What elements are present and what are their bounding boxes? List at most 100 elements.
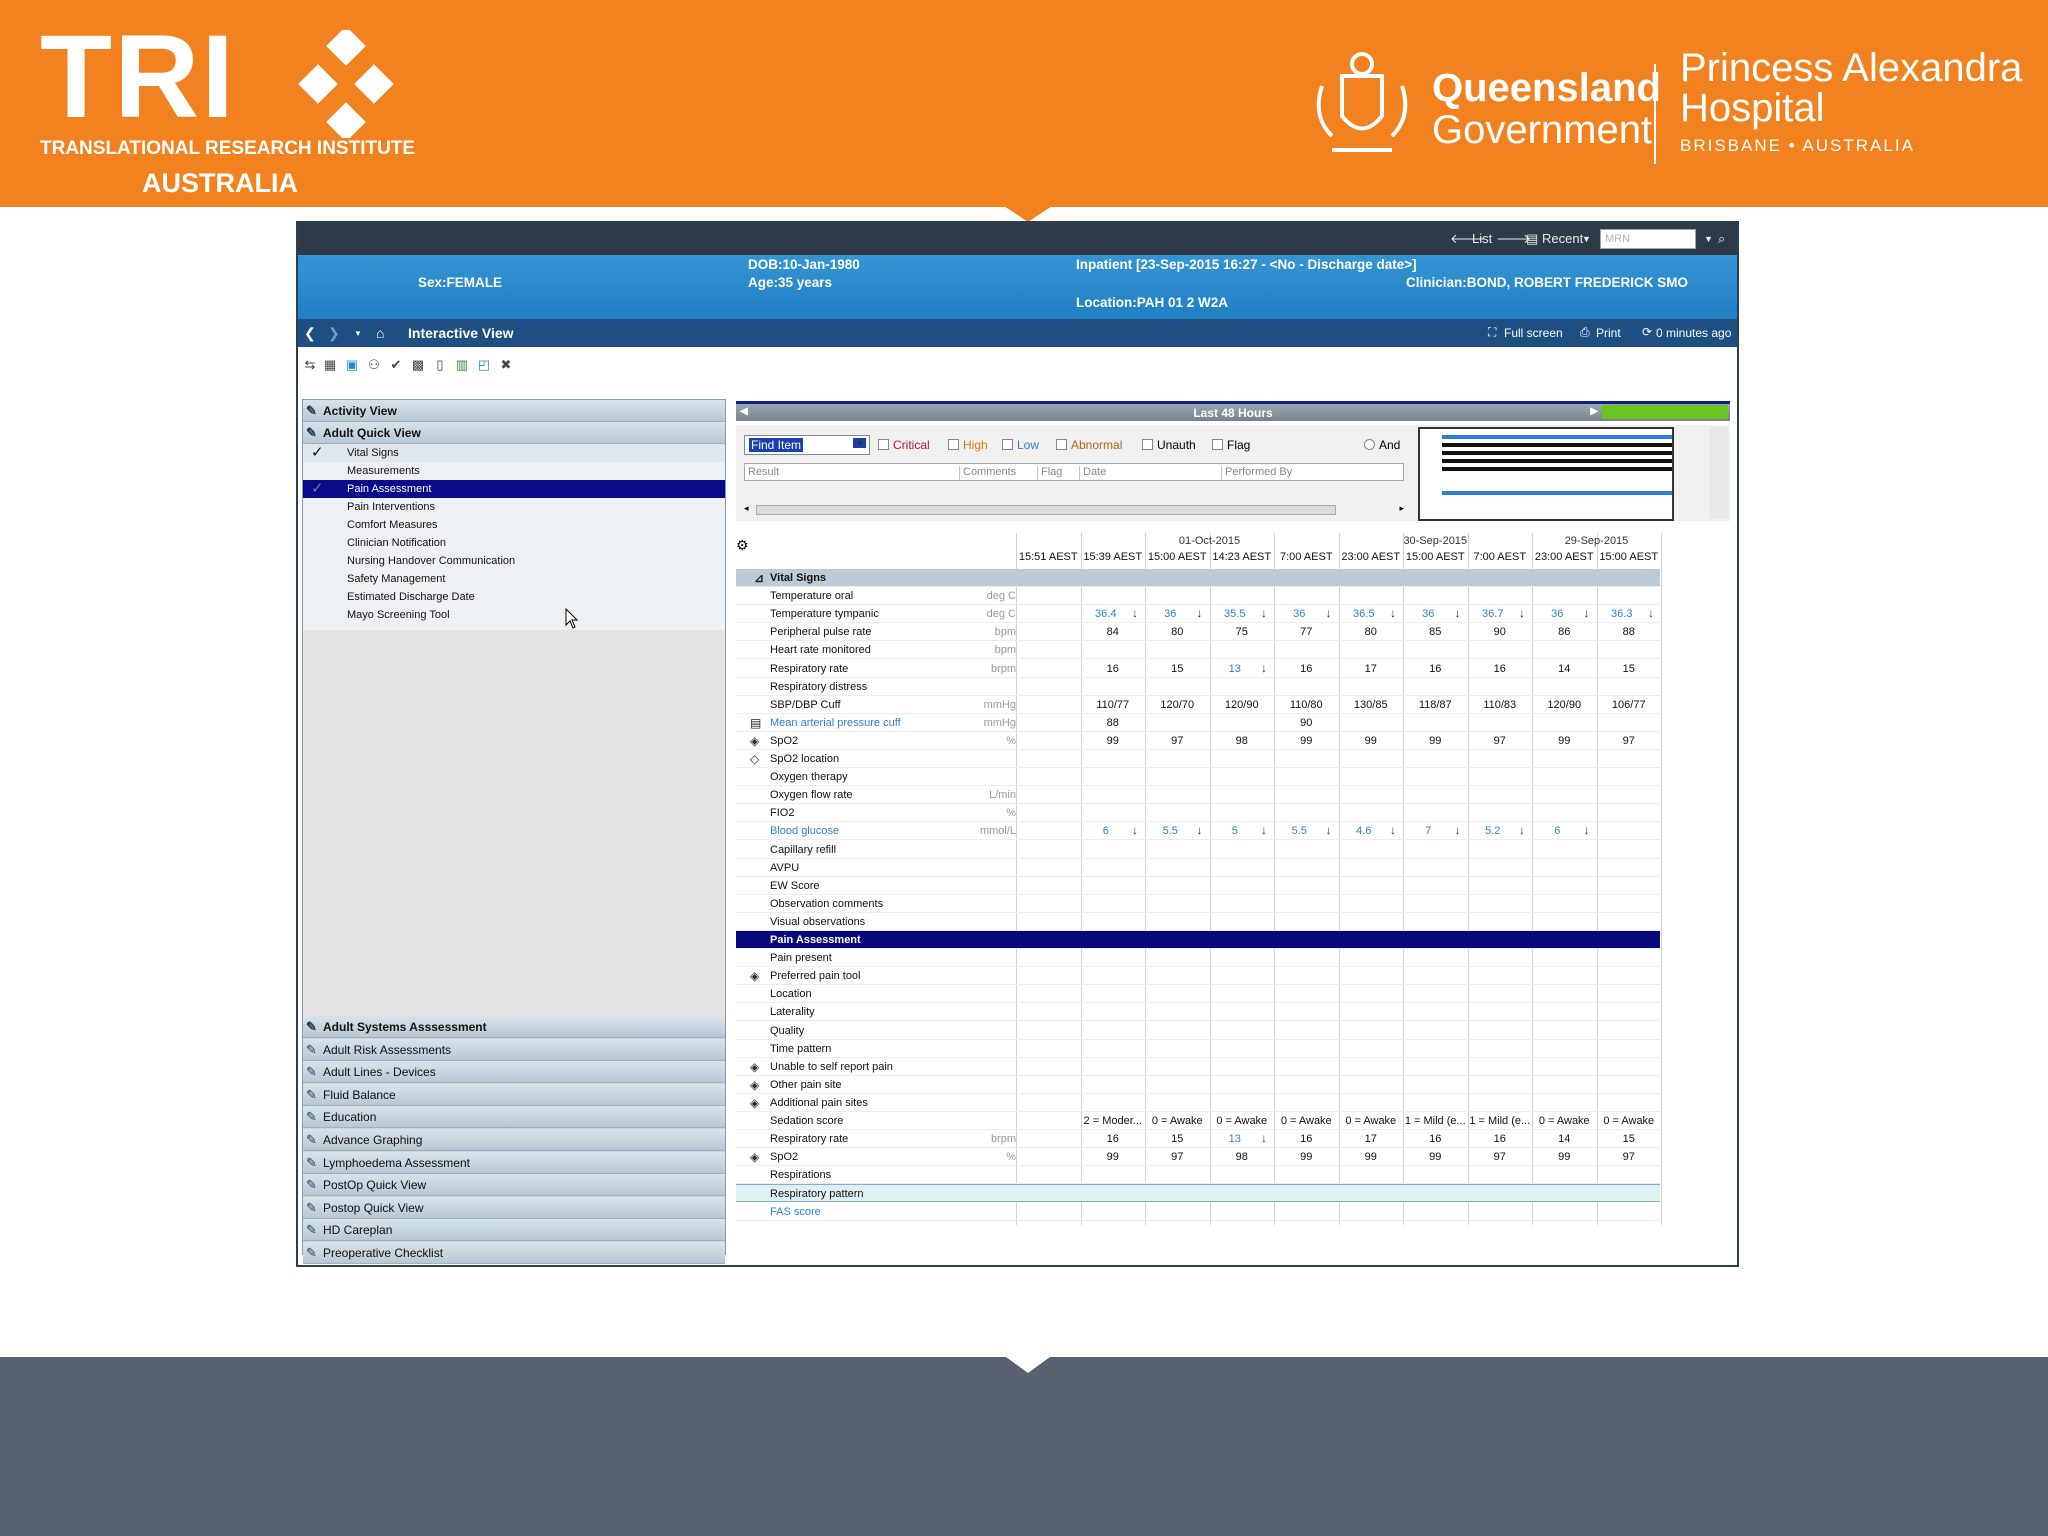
section-bottom-3[interactable]: ✎ Fluid Balance [303, 1083, 725, 1106]
nav-item-safety-management[interactable]: Safety Management [303, 570, 725, 588]
tool-sign-icon[interactable]: ✔ [388, 357, 404, 373]
flowsheet-row[interactable]: Observation comments [736, 895, 1660, 913]
scroll-right-icon[interactable]: ▸ [1399, 503, 1404, 514]
tool-link-icon[interactable]: ⇆ [302, 357, 318, 373]
row-value[interactable]: 0 = Awake [1274, 1115, 1339, 1127]
row-value[interactable]: 120/70 [1145, 699, 1210, 711]
grid-time-header[interactable]: 23:00 AEST [1532, 551, 1597, 563]
section-bottom-7[interactable]: ✎ PostOp Quick View [303, 1174, 725, 1197]
row-value[interactable]: 36.4 [1081, 608, 1132, 620]
row-value[interactable]: 15 [1145, 1133, 1210, 1145]
flowsheet-row[interactable]: ◇ SpO2 location [736, 750, 1660, 768]
grid-time-header[interactable]: 15:00 AEST [1597, 551, 1662, 563]
nav-item-mayo-screening[interactable]: Mayo Screening Tool [303, 606, 725, 624]
nav-item-vital-signs[interactable]: ✓ Vital Signs [303, 444, 725, 462]
section-bottom-0[interactable]: ✎ Adult Systems Asssessment [303, 1016, 725, 1038]
row-value[interactable]: 16 [1274, 663, 1339, 675]
grid-time-header[interactable]: 7:00 AEST [1274, 551, 1339, 563]
print-button[interactable]: Print [1596, 326, 1621, 340]
flowsheet-row[interactable]: Oxygen therapy [736, 768, 1660, 787]
row-value[interactable]: 36 [1532, 608, 1583, 620]
flowsheet-row[interactable]: ⊿ Vital Signs [736, 569, 1660, 587]
row-value[interactable]: 88 [1081, 717, 1146, 729]
refresh-icon[interactable]: ⟳ [1642, 325, 1652, 339]
filter-critical[interactable]: Critical [878, 438, 930, 452]
row-value[interactable]: 106/77 [1597, 699, 1662, 711]
row-value[interactable]: 1 = Mild (e... [1468, 1115, 1533, 1127]
filter-high[interactable]: High [948, 438, 988, 452]
section-bottom-5[interactable]: ✎ Advance Graphing [303, 1129, 725, 1151]
row-value[interactable]: 110/77 [1081, 699, 1146, 711]
tool-table-icon[interactable]: ▦ [322, 357, 338, 373]
flowsheet-row[interactable]: Laterality [736, 1003, 1660, 1022]
time-range-bar[interactable]: ◀ Last 48 Hours ▶ [736, 401, 1730, 421]
row-value[interactable]: 36.7 [1468, 608, 1519, 620]
row-value[interactable]: 2 = Moder... [1081, 1115, 1146, 1127]
row-value[interactable]: 98 [1210, 735, 1275, 747]
flowsheet-row[interactable]: ◈ SpO2% 99 97 98 99 99 99 97 99 97 [736, 732, 1660, 750]
tool-calc-icon[interactable]: ▩ [410, 357, 426, 373]
row-value[interactable]: 99 [1274, 1151, 1339, 1163]
row-value[interactable]: 97 [1597, 735, 1662, 747]
section-bottom-6[interactable]: ✎ Lymphoedema Assessment [303, 1151, 725, 1174]
fullscreen-button[interactable]: Full screen [1504, 326, 1563, 340]
row-value[interactable]: 16 [1081, 1133, 1146, 1145]
row-value[interactable]: 6 [1532, 825, 1583, 837]
tool-view-icon[interactable]: ▣ [344, 357, 360, 373]
section-activity-view[interactable]: ✎ Activity View [303, 400, 725, 422]
row-value[interactable]: 15 [1597, 663, 1662, 675]
filter-unauth[interactable]: Unauth [1142, 438, 1196, 452]
row-value[interactable]: 99 [1532, 1151, 1597, 1163]
flowsheet-row[interactable]: Respiratory rate brpm 16 15 13 ↓ 16 17 16 16 14 15 [736, 1130, 1660, 1149]
grid-time-header[interactable]: 15:00 AEST [1145, 551, 1210, 563]
nav-item-pain-interventions[interactable]: Pain Interventions [303, 498, 725, 516]
row-value[interactable]: 80 [1145, 626, 1210, 638]
flowsheet-row[interactable]: EW Score [736, 877, 1660, 895]
row-value[interactable]: 99 [1532, 735, 1597, 747]
row-value[interactable]: 35.5 [1210, 608, 1261, 620]
flowsheet-row[interactable]: ◈ Unable to self report pain [736, 1058, 1660, 1076]
grid-time-header[interactable]: 23:00 AEST [1339, 551, 1404, 563]
row-value[interactable]: 17 [1339, 1133, 1404, 1145]
row-value[interactable]: 118/87 [1403, 699, 1468, 711]
tool-doc-icon[interactable]: ▯ [432, 357, 448, 373]
row-value[interactable]: 16 [1081, 663, 1146, 675]
row-value[interactable]: 84 [1081, 626, 1146, 638]
row-value[interactable]: 97 [1597, 1151, 1662, 1163]
section-bottom-8[interactable]: ✎ Postop Quick View [303, 1196, 725, 1219]
vertical-scrollbar[interactable] [1710, 427, 1728, 519]
flowsheet-row[interactable]: Location [736, 985, 1660, 1004]
row-value[interactable]: 97 [1145, 735, 1210, 747]
row-value[interactable]: 16 [1468, 663, 1533, 675]
tool-people-icon[interactable]: ⚇ [366, 357, 382, 373]
flowsheet-row[interactable]: ◈ Preferred pain tool [736, 967, 1660, 986]
section-bottom-1[interactable]: ✎ Adult Risk Assessments [303, 1038, 725, 1061]
horizontal-scrollbar[interactable]: ◂ ▸ [744, 503, 1404, 517]
row-value[interactable]: 99 [1081, 735, 1146, 747]
filter-low[interactable]: Low [1002, 438, 1039, 452]
row-value[interactable]: 75 [1210, 626, 1275, 638]
flowsheet-row[interactable]: Quality [736, 1022, 1660, 1040]
grid-time-header[interactable]: 15:39 AEST [1081, 551, 1146, 563]
section-bottom-4[interactable]: ✎ Education [303, 1106, 725, 1129]
row-value[interactable]: 1 = Mild (e... [1403, 1115, 1468, 1127]
flowsheet-row[interactable]: Temperature tympanic deg C 36.4 ↓ 36 ↓ 35.5 ↓ 36… [736, 605, 1660, 624]
row-value[interactable]: 5.5 [1145, 825, 1196, 837]
recent-button[interactable]: Recent [1542, 231, 1583, 246]
row-value[interactable]: 17 [1339, 663, 1404, 675]
print-icon[interactable]: ⎙ [1580, 325, 1590, 340]
row-value[interactable]: 120/90 [1210, 699, 1275, 711]
row-value[interactable]: 0 = Awake [1145, 1115, 1210, 1127]
nav-item-nursing-handover[interactable]: Nursing Handover Communication [303, 552, 725, 570]
flowsheet-row[interactable]: ◈ SpO2% 99 97 98 99 99 99 97 99 97 [736, 1148, 1662, 1167]
flowsheet-row[interactable]: FIO2% [736, 804, 1660, 823]
row-value[interactable]: 130/85 [1339, 699, 1404, 711]
row-value[interactable]: 85 [1403, 626, 1468, 638]
row-value[interactable]: 16 [1403, 1133, 1468, 1145]
row-value[interactable]: 7 [1403, 825, 1454, 837]
row-value[interactable]: 120/90 [1532, 699, 1597, 711]
row-value[interactable]: 16 [1403, 663, 1468, 675]
row-value[interactable]: 99 [1274, 735, 1339, 747]
flowsheet-row[interactable]: Respirations [736, 1166, 1660, 1185]
filter-and-radio[interactable]: And [1364, 438, 1400, 452]
